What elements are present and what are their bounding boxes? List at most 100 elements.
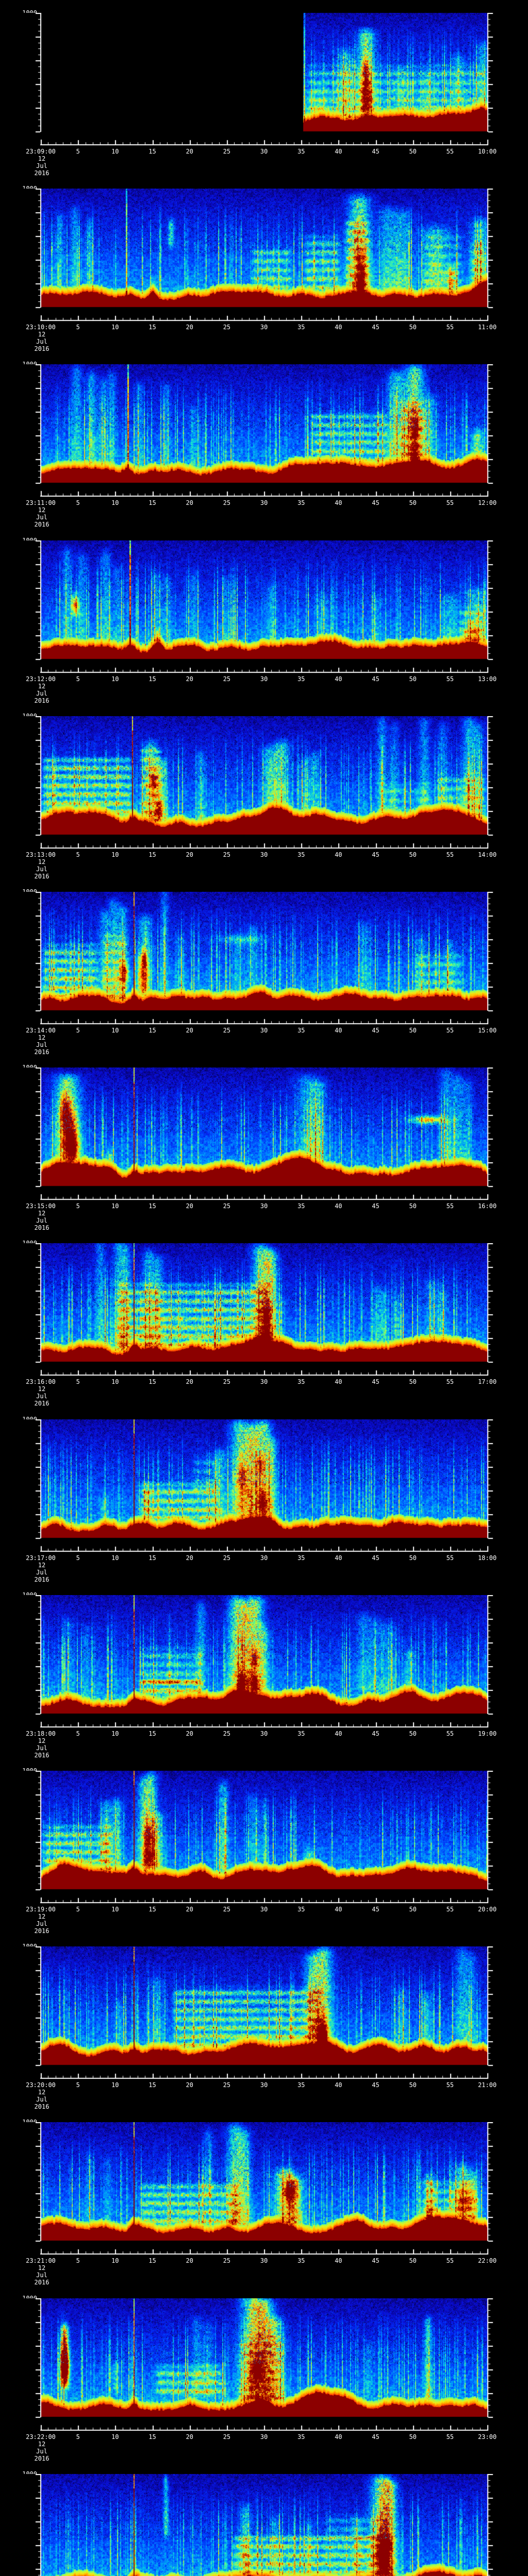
x-axis-minute-label: 15 (148, 1906, 156, 1913)
x-axis-date-line: 12 (38, 2089, 46, 2096)
x-axis-minute-label: 55 (446, 148, 454, 155)
spectrogram-panel: Frequency (Hz)0200400600800100023:23:005… (0, 2470, 528, 2576)
x-axis-minute-label: 30 (260, 1730, 268, 1737)
x-axis-minute-label: 25 (223, 2257, 231, 2264)
x-axis-minute-label: 30 (260, 324, 268, 331)
spectrogram-canvas (0, 540, 528, 673)
x-axis-date-line: 12 (38, 1385, 46, 1393)
x-axis-minute-label: 20 (186, 324, 193, 331)
x-axis-minute-label: 40 (335, 148, 342, 155)
x-axis-minute-label: 25 (223, 1730, 231, 1737)
x-axis-minute-label: 40 (335, 499, 342, 506)
spectrogram-panel: Frequency (Hz)0200400600800100023:10:005… (0, 185, 528, 359)
spectrogram-canvas (0, 1067, 528, 1200)
x-axis-date-line: 12 (38, 331, 46, 338)
x-axis-date-line: Jul (36, 690, 47, 697)
x-axis-minute-label: 10 (111, 1202, 119, 1210)
x-axis-minute-label: 10 (111, 2257, 119, 2264)
x-axis-minute-label: 50 (409, 2433, 417, 2441)
spectrogram-panel: Frequency (Hz)0200400600800100023:12:005… (0, 537, 528, 710)
x-axis-start-time-label: 23:19:00 (26, 1906, 56, 1913)
x-axis-minute-label: 35 (297, 1906, 305, 1913)
x-axis-minute-label: 50 (409, 1202, 417, 1210)
x-axis-minute-label: 50 (409, 148, 417, 155)
x-axis-minute-label: 5 (76, 1730, 80, 1737)
x-axis-date-line: 12 (38, 1737, 46, 1744)
x-axis-minute-label: 5 (76, 499, 80, 506)
x-axis-minute-label: 20 (186, 1202, 193, 1210)
x-axis-date-line: 12 (38, 1913, 46, 1920)
x-axis-end-time-label: 12:00 (477, 499, 497, 506)
x-axis-minute-label: 15 (148, 148, 156, 155)
x-axis-minute-label: 50 (409, 1906, 417, 1913)
x-axis-minute-label: 5 (76, 2257, 80, 2264)
x-axis-date-line: 2016 (34, 2103, 50, 2110)
x-axis-minute-label: 50 (409, 2257, 417, 2264)
x-axis-minute-label: 55 (446, 851, 454, 858)
x-axis-minute-label: 5 (76, 1906, 80, 1913)
x-axis-minute-label: 35 (297, 1730, 305, 1737)
x-axis-minute-label: 30 (260, 1378, 268, 1385)
x-axis-minute-label: 35 (297, 675, 305, 683)
x-axis-minute-label: 15 (148, 851, 156, 858)
x-axis-start-time-label: 23:12:00 (26, 675, 56, 683)
x-axis-minute-label: 20 (186, 148, 193, 155)
x-axis-minute-label: 25 (223, 851, 231, 858)
x-axis-minute-label: 10 (111, 1027, 119, 1034)
x-axis-date-line: 12 (38, 1034, 46, 1041)
x-axis-date-line: 12 (38, 2441, 46, 2448)
x-axis-date-line: 12 (38, 155, 46, 162)
x-axis-start-time-label: 23:17:00 (26, 1554, 56, 1562)
x-axis-minute-label: 35 (297, 324, 305, 331)
x-axis-start-time-label: 23:13:00 (26, 851, 56, 858)
x-axis-minute-label: 40 (335, 324, 342, 331)
x-axis-minute-label: 40 (335, 1378, 342, 1385)
x-axis-start-time-label: 23:20:00 (26, 2081, 56, 2089)
spectrogram-panel: Frequency (Hz)0200400600800100023:13:005… (0, 713, 528, 886)
x-axis-date-line: Jul (36, 162, 47, 170)
x-axis-date-line: 2016 (34, 1048, 50, 1056)
x-axis-start-time-label: 23:21:00 (26, 2257, 56, 2264)
spectrogram-panel: Frequency (Hz)0200400600800100023:21:005… (0, 2119, 528, 2292)
x-axis-minute-label: 55 (446, 1730, 454, 1737)
x-axis-end-time-label: 16:00 (477, 1202, 497, 1210)
x-axis-date-line: 2016 (34, 1927, 50, 1935)
x-axis-date-line: 2016 (34, 697, 50, 704)
x-axis-minute-label: 30 (260, 1906, 268, 1913)
spectrogram-canvas (0, 1243, 528, 1376)
x-axis-date-line: Jul (36, 514, 47, 521)
x-axis-minute-label: 45 (372, 675, 380, 683)
x-axis-minute-label: 45 (372, 1554, 380, 1562)
x-axis-minute-label: 5 (76, 148, 80, 155)
x-axis-minute-label: 55 (446, 2433, 454, 2441)
x-axis-start-time-label: 23:09:00 (26, 148, 56, 155)
x-axis-minute-label: 40 (335, 2433, 342, 2441)
x-axis-minute-label: 25 (223, 1202, 231, 1210)
x-axis-minute-label: 35 (297, 1378, 305, 1385)
x-axis-minute-label: 10 (111, 2433, 119, 2441)
x-axis-minute-label: 30 (260, 499, 268, 506)
x-axis-minute-label: 5 (76, 324, 80, 331)
x-axis-minute-label: 40 (335, 2081, 342, 2089)
x-axis-minute-label: 25 (223, 1906, 231, 1913)
x-axis-minute-label: 55 (446, 1027, 454, 1034)
spectrogram-canvas (0, 364, 528, 497)
x-axis-minute-label: 50 (409, 1554, 417, 1562)
x-axis-minute-label: 35 (297, 499, 305, 506)
spectrogram-canvas (0, 2122, 528, 2255)
spectrogram-page: { "page": { "background": "#000000", "ax… (0, 0, 528, 2576)
x-axis-minute-label: 55 (446, 2257, 454, 2264)
x-axis-start-time-label: 23:14:00 (26, 1027, 56, 1034)
spectrogram-panel: Frequency (Hz)0200400600800100023:20:005… (0, 1943, 528, 2116)
x-axis-date-line: 2016 (34, 345, 50, 352)
x-axis-minute-label: 15 (148, 2081, 156, 2089)
spectrogram-canvas (0, 1771, 528, 1904)
x-axis-date-line: 12 (38, 1562, 46, 1569)
x-axis-minute-label: 50 (409, 499, 417, 506)
spectrogram-panel: Frequency (Hz)0200400600800100023:11:005… (0, 361, 528, 534)
x-axis-minute-label: 35 (297, 2257, 305, 2264)
x-axis-minute-label: 35 (297, 1202, 305, 1210)
x-axis-minute-label: 45 (372, 148, 380, 155)
x-axis-date-line: 2016 (34, 170, 50, 177)
x-axis-date-line: Jul (36, 1569, 47, 1576)
